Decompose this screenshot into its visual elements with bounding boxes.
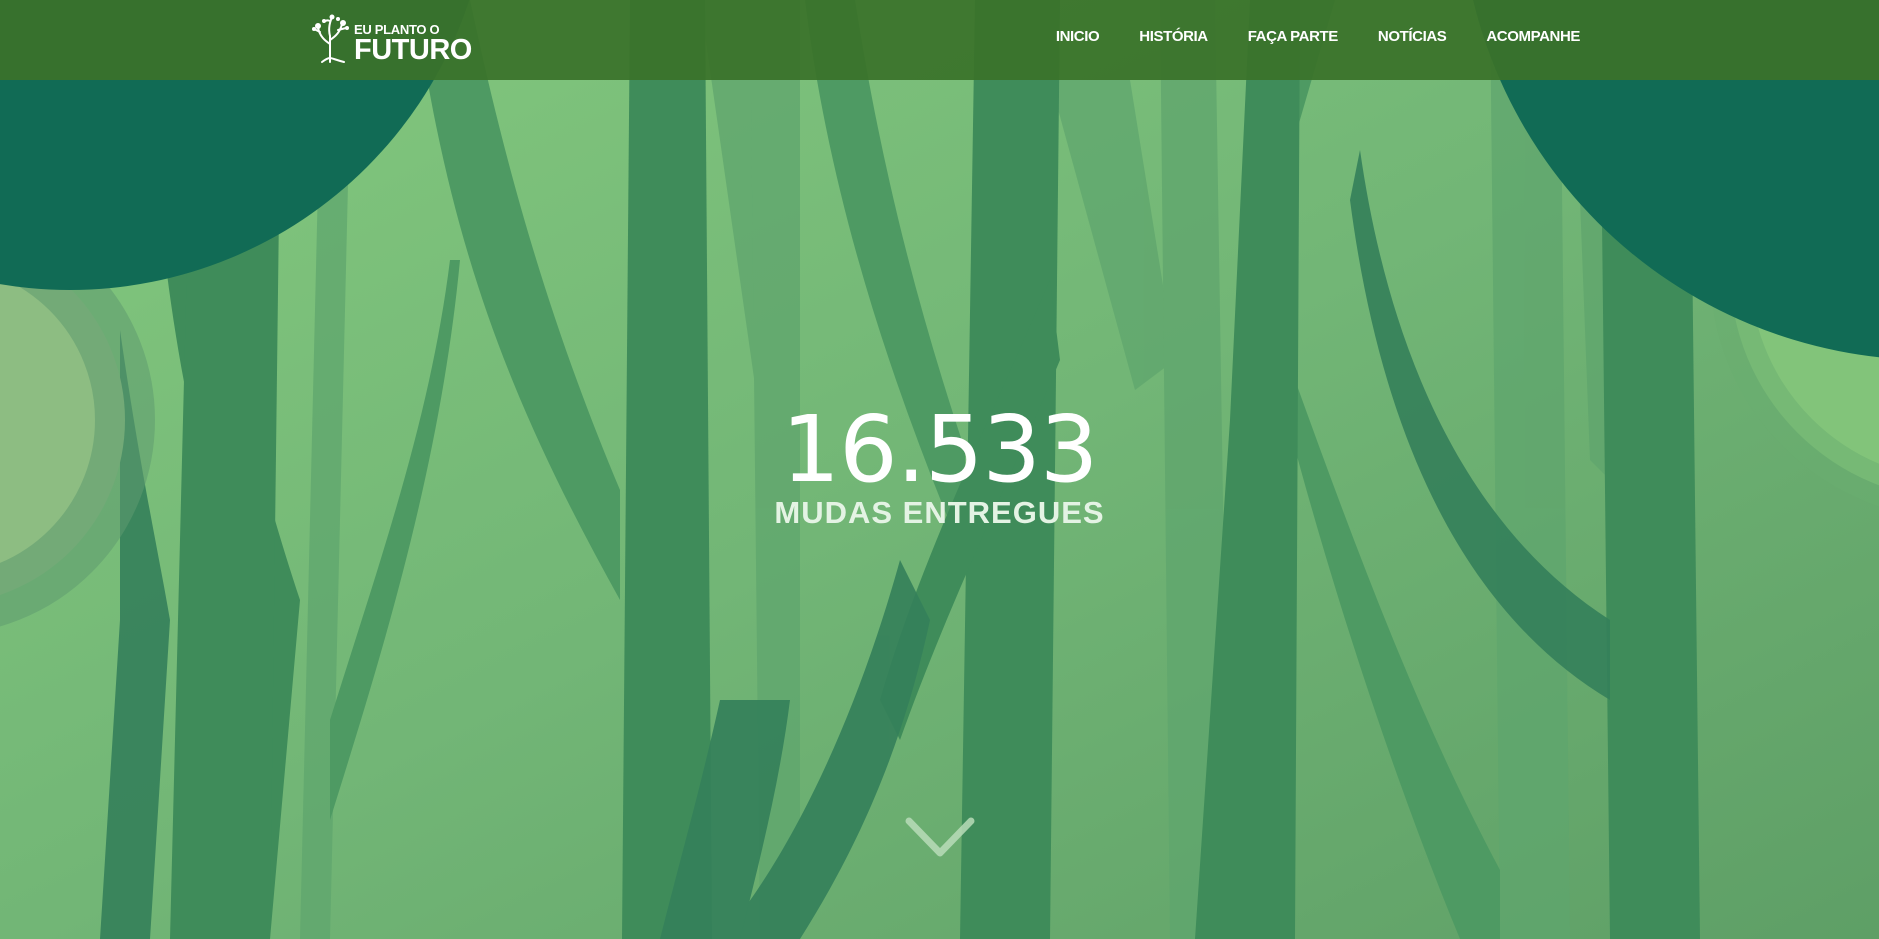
tree-icon: [310, 14, 352, 64]
seedlings-caption: MUDAS ENTREGUES: [774, 495, 1105, 530]
hero-counter: 16.533 MUDAS ENTREGUES: [0, 400, 1879, 530]
logo-wordmark: FUTURO: [354, 34, 472, 66]
chevron-down-icon[interactable]: [905, 815, 975, 860]
nav-historia[interactable]: HISTÓRIA: [1139, 28, 1208, 45]
top-navbar: EU PLANTO O FUTURO INICIO HISTÓRIA FAÇA …: [0, 0, 1879, 80]
site-logo[interactable]: EU PLANTO O FUTURO: [310, 14, 472, 66]
main-nav: INICIO HISTÓRIA FAÇA PARTE NOTÍCIAS ACOM…: [1056, 28, 1581, 45]
nav-noticias[interactable]: NOTÍCIAS: [1378, 28, 1447, 45]
nav-faca-parte[interactable]: FAÇA PARTE: [1248, 28, 1339, 45]
nav-inicio[interactable]: INICIO: [1056, 28, 1100, 45]
seedlings-count: 16.533: [781, 396, 1099, 503]
nav-acompanhe[interactable]: ACOMPANHE: [1486, 28, 1580, 45]
